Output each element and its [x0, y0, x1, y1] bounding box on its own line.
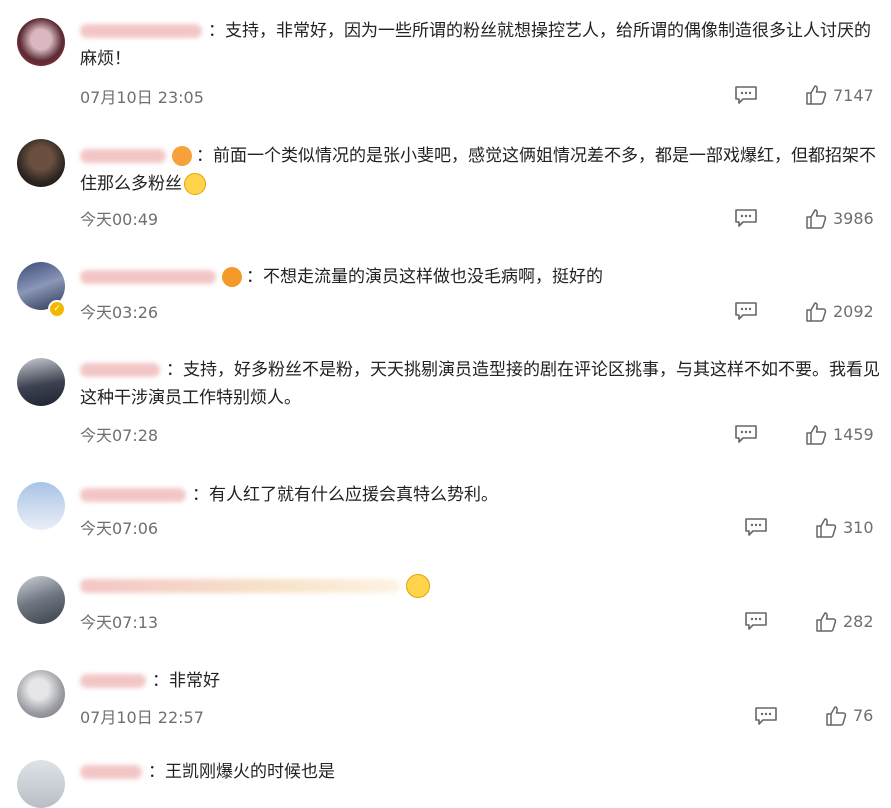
comment-text: ：有人红了就有什么应援会真特么势利。	[192, 485, 498, 505]
like-count: 282	[843, 612, 874, 631]
thumbs-up-icon[interactable]	[805, 84, 827, 106]
comment-timestamp: 今天03:26	[80, 303, 159, 322]
like-count: 310	[843, 518, 874, 537]
thumbs-up-icon[interactable]	[815, 611, 837, 633]
comment-text: ：不想走流量的演员这样做也没毛病啊，挺好的	[246, 267, 603, 287]
comment-bubble-icon[interactable]	[734, 301, 758, 321]
comment-timestamp: 今天07:06	[80, 519, 159, 538]
emoji-grinning-icon	[406, 574, 430, 598]
username[interactable]	[80, 488, 186, 502]
username[interactable]	[80, 149, 166, 163]
comment-text: ：非常好	[152, 671, 220, 691]
verified-badge-icon: ✓	[48, 300, 66, 318]
avatar[interactable]	[17, 18, 65, 66]
username[interactable]	[80, 765, 142, 779]
comment-timestamp: 今天07:28	[80, 426, 159, 445]
like-count: 76	[853, 706, 874, 725]
emoji-sun-icon	[172, 146, 192, 166]
comment-bubble-icon[interactable]	[734, 208, 758, 228]
comment-bubble-icon[interactable]	[744, 611, 768, 631]
comment-text: ：支持，好多粉丝不是粉，天天挑剔演员造型接的剧在评论区挑事，与其这样不如不要。我…	[80, 360, 880, 408]
comment-text: ：王凯刚爆火的时候也是	[148, 762, 335, 782]
thumbs-up-icon[interactable]	[805, 208, 827, 230]
comment-timestamp: 今天07:13	[80, 613, 159, 632]
comment-bubble-icon[interactable]	[754, 706, 778, 726]
comment-timestamp: 07月10日 22:57	[80, 708, 204, 727]
thumbs-up-icon[interactable]	[825, 705, 847, 727]
comment-timestamp: 07月10日 23:05	[80, 88, 204, 107]
avatar[interactable]	[17, 670, 65, 718]
thumbs-up-icon[interactable]	[805, 424, 827, 446]
username[interactable]	[80, 674, 146, 688]
avatar[interactable]	[17, 139, 65, 187]
comment-bubble-icon[interactable]	[734, 85, 758, 105]
like-count: 2092	[833, 302, 874, 321]
thumbs-up-icon[interactable]	[805, 301, 827, 323]
thumbs-up-icon[interactable]	[815, 517, 837, 539]
avatar[interactable]	[17, 482, 65, 530]
avatar[interactable]	[17, 576, 65, 624]
username[interactable]	[80, 270, 216, 284]
avatar[interactable]	[17, 358, 65, 406]
username[interactable]	[80, 363, 160, 377]
like-count: 3986	[833, 209, 874, 228]
username[interactable]	[80, 24, 202, 38]
comment-timestamp: 今天00:49	[80, 210, 159, 229]
comment-bubble-icon[interactable]	[734, 424, 758, 444]
emoji-heart-eyes-icon	[222, 267, 242, 287]
username[interactable]	[80, 579, 400, 593]
like-count: 1459	[833, 425, 874, 444]
like-count: 7147	[833, 86, 874, 105]
emoji-laughing-crying-icon	[184, 173, 206, 195]
comment-bubble-icon[interactable]	[744, 517, 768, 537]
avatar[interactable]	[17, 760, 65, 808]
